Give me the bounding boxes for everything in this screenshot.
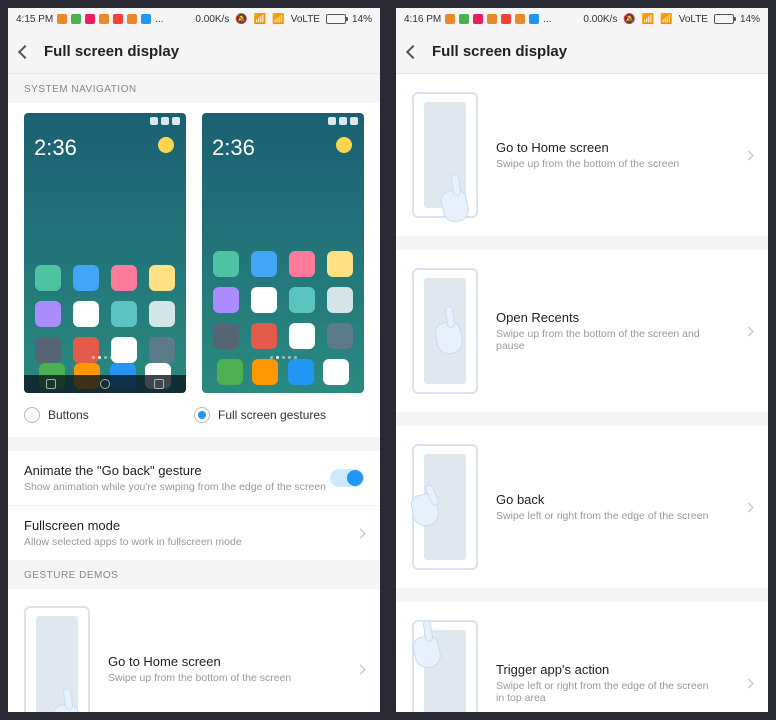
scroll-content[interactable]: Go to Home screen Swipe up from the bott… <box>396 74 768 712</box>
status-app-icon <box>113 14 123 24</box>
setting-fullscreen-mode[interactable]: Fullscreen mode Allow selected apps to w… <box>8 505 380 560</box>
status-app-icon <box>127 14 137 24</box>
status-battery-pct: 14% <box>740 14 760 25</box>
radio-label: Buttons <box>48 408 89 422</box>
chevron-right-icon <box>744 326 754 336</box>
status-time: 4:15 PM <box>16 14 53 25</box>
dnd-icon: 🔕 <box>235 14 247 25</box>
radio-full-screen-gestures[interactable]: Full screen gestures <box>194 407 364 423</box>
status-netspeed: 0.00K/s <box>583 14 617 25</box>
chevron-right-icon <box>744 678 754 688</box>
hand-icon <box>50 696 84 712</box>
gesture-illustration <box>412 92 478 218</box>
status-app-icon <box>85 14 95 24</box>
toggle-on-icon[interactable] <box>330 469 364 487</box>
status-app-icon <box>57 14 67 24</box>
setting-subtitle: Allow selected apps to work in fullscree… <box>24 536 347 548</box>
status-app-icon <box>515 14 525 24</box>
radio-buttons[interactable]: Buttons <box>24 407 194 423</box>
status-battery-pct: 14% <box>352 14 372 25</box>
battery-icon <box>326 14 346 24</box>
status-app-icon <box>445 14 455 24</box>
dnd-icon: 🔕 <box>623 14 635 25</box>
gesture-illustration <box>24 606 90 712</box>
status-app-icon <box>529 14 539 24</box>
demo-subtitle: Swipe left or right from the edge of the… <box>496 510 717 522</box>
status-app-icon <box>71 14 81 24</box>
status-time: 4:16 PM <box>404 14 441 25</box>
phone-left: 4:15 PM ... 0.00K/s 🔕 📶 📶 VoLTE 14% Full… <box>8 8 380 712</box>
page-title: Full screen display <box>432 43 567 60</box>
hand-icon <box>410 628 444 668</box>
status-app-icon <box>487 14 497 24</box>
phone-right: 4:16 PM ... 0.00K/s 🔕 📶 📶 VoLTE 14% Full… <box>396 8 768 712</box>
gesture-illustration <box>412 268 478 394</box>
wifi-icon: 📶 <box>254 14 266 25</box>
back-icon[interactable] <box>406 44 420 58</box>
status-bar: 4:15 PM ... 0.00K/s 🔕 📶 📶 VoLTE 14% <box>8 8 380 30</box>
status-app-icon <box>473 14 483 24</box>
gesture-illustration <box>412 444 478 570</box>
status-volte: VoLTE <box>679 14 708 25</box>
demo-title: Open Recents <box>496 310 717 325</box>
status-bar: 4:16 PM ... 0.00K/s 🔕 📶 📶 VoLTE 14% <box>396 8 768 30</box>
radio-icon <box>24 407 40 423</box>
demo-open-recents[interactable]: Open Recents Swipe up from the bottom of… <box>396 250 768 412</box>
android-navbar <box>24 375 186 393</box>
chevron-right-icon <box>744 502 754 512</box>
radio-icon <box>194 407 210 423</box>
demo-trigger-app-action[interactable]: Trigger app's action Swipe left or right… <box>396 602 768 712</box>
demo-title: Go back <box>496 492 717 507</box>
section-label-navigation: SYSTEM NAVIGATION <box>8 74 380 103</box>
setting-subtitle: Show animation while you're swiping from… <box>24 481 330 493</box>
section-label-demos: GESTURE DEMOS <box>8 560 380 589</box>
status-app-icon <box>99 14 109 24</box>
battery-icon <box>714 14 734 24</box>
demo-go-to-home[interactable]: Go to Home screen Swipe up from the bott… <box>396 74 768 236</box>
demo-subtitle: Swipe up from the bottom of the screen <box>108 672 329 684</box>
setting-title: Animate the "Go back" gesture <box>24 463 330 478</box>
gesture-illustration <box>412 620 478 712</box>
status-volte: VoLTE <box>291 14 320 25</box>
demo-subtitle: Swipe left or right from the edge of the… <box>496 680 717 704</box>
wifi-icon: 📶 <box>642 14 654 25</box>
demo-go-back[interactable]: Go back Swipe left or right from the edg… <box>396 426 768 588</box>
status-app-icon <box>501 14 511 24</box>
hand-icon <box>432 314 466 354</box>
setting-animate-go-back[interactable]: Animate the "Go back" gesture Show anima… <box>8 451 380 505</box>
radio-label: Full screen gestures <box>218 408 326 422</box>
demo-go-to-home[interactable]: Go to Home screen Swipe up from the bott… <box>8 589 380 712</box>
preview-buttons[interactable]: 2:36 <box>24 113 186 393</box>
back-icon[interactable] <box>18 44 32 58</box>
chevron-right-icon <box>356 664 366 674</box>
navigation-preview-row: 2:36 2:36 <box>8 103 380 399</box>
demo-title: Go to Home screen <box>496 140 717 155</box>
sun-icon <box>336 137 352 153</box>
signal-icon: 📶 <box>272 14 284 25</box>
page-header: Full screen display <box>8 30 380 74</box>
scroll-content[interactable]: SYSTEM NAVIGATION 2:36 <box>8 74 380 712</box>
page-header: Full screen display <box>396 30 768 74</box>
status-app-icon <box>141 14 151 24</box>
chevron-right-icon <box>356 528 366 538</box>
sun-icon <box>158 137 174 153</box>
demo-subtitle: Swipe up from the bottom of the screen a… <box>496 328 717 352</box>
status-more: ... <box>155 14 163 25</box>
status-more: ... <box>543 14 551 25</box>
preview-gestures[interactable]: 2:36 <box>202 113 364 393</box>
status-netspeed: 0.00K/s <box>195 14 229 25</box>
navigation-mode-radios: Buttons Full screen gestures <box>8 399 380 437</box>
signal-icon: 📶 <box>660 14 672 25</box>
setting-title: Fullscreen mode <box>24 518 347 533</box>
chevron-right-icon <box>744 150 754 160</box>
demo-title: Trigger app's action <box>496 662 717 677</box>
demo-subtitle: Swipe up from the bottom of the screen <box>496 158 717 170</box>
hand-icon <box>408 486 442 526</box>
status-app-icon <box>459 14 469 24</box>
page-title: Full screen display <box>44 43 179 60</box>
demo-title: Go to Home screen <box>108 654 329 669</box>
hand-icon <box>438 182 472 222</box>
